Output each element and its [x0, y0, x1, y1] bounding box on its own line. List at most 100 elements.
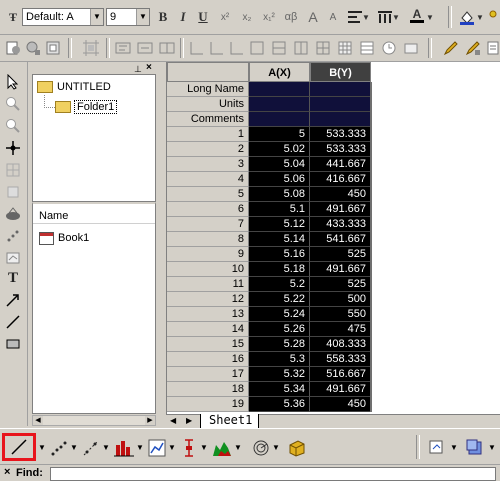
label-cell[interactable]	[249, 112, 310, 127]
cell-b[interactable]: 491.667	[310, 382, 371, 397]
font-smaller-button[interactable]: A	[324, 8, 342, 26]
line-tool-icon[interactable]	[2, 312, 24, 332]
cell-b[interactable]: 550	[310, 307, 371, 322]
align-bottom-icon[interactable]	[228, 39, 246, 57]
row-number[interactable]: 17	[167, 367, 249, 382]
scroll-right-icon[interactable]: ▶	[145, 416, 155, 425]
text-tool-icon[interactable]: T	[2, 268, 24, 288]
cell-a[interactable]: 5.18	[249, 262, 310, 277]
cell-b[interactable]: 558.333	[310, 352, 371, 367]
rectangle-tool-icon[interactable]	[2, 334, 24, 354]
font-bigger-button[interactable]: A	[304, 8, 322, 26]
paste-format-icon[interactable]	[24, 39, 42, 57]
zoom-out-tool-icon[interactable]	[2, 116, 24, 136]
cell-b[interactable]: 450	[310, 397, 371, 412]
chevron-down-icon[interactable]: ▼	[168, 443, 176, 452]
row-number[interactable]: 16	[167, 352, 249, 367]
cell-b[interactable]: 416.667	[310, 172, 371, 187]
chevron-down-icon[interactable]: ▼	[272, 443, 280, 452]
chevron-down-icon[interactable]: ▼	[362, 8, 370, 26]
explorer-close-icon[interactable]: ×	[146, 63, 156, 73]
row-number[interactable]: 12	[167, 292, 249, 307]
row-number[interactable]: 8	[167, 232, 249, 247]
pencil-edit-icon[interactable]	[442, 39, 460, 57]
chevron-down-icon[interactable]: ▼	[136, 9, 149, 25]
align-vcenter-icon[interactable]	[208, 39, 226, 57]
data-selector-tool-icon[interactable]	[2, 182, 24, 202]
label-cell[interactable]	[310, 112, 371, 127]
row-number[interactable]: 15	[167, 337, 249, 352]
same-size-icon[interactable]	[292, 39, 310, 57]
chevron-down-icon[interactable]: ▼	[450, 443, 458, 452]
cell-b[interactable]: 491.667	[310, 202, 371, 217]
chevron-down-icon[interactable]: ▼	[90, 9, 103, 25]
column-header-b[interactable]: B(Y)	[310, 62, 371, 82]
cell-b[interactable]: 450	[310, 187, 371, 202]
cell-a[interactable]: 5.06	[249, 172, 310, 187]
cell-a[interactable]: 5	[249, 127, 310, 142]
script-icon[interactable]	[484, 39, 500, 57]
explorer-pin-icon[interactable]: ⊥	[134, 64, 144, 74]
label-row-header[interactable]: Units	[167, 97, 249, 112]
layer-icon[interactable]	[402, 39, 420, 57]
chevron-down-icon[interactable]: ▼	[426, 8, 434, 26]
mask-tool-icon[interactable]	[2, 204, 24, 224]
chevron-down-icon[interactable]: ▼	[392, 8, 400, 26]
find-close-icon[interactable]: ×	[4, 466, 10, 478]
arrow-tool-icon[interactable]	[2, 290, 24, 310]
cell-a[interactable]: 5.08	[249, 187, 310, 202]
cell-b[interactable]: 525	[310, 247, 371, 262]
line-symbol-button[interactable]	[82, 439, 100, 457]
row-number[interactable]: 9	[167, 247, 249, 262]
font-name-combo[interactable]: Default: A ▼	[22, 8, 104, 26]
text-tool-icon[interactable]: Ŧ	[4, 8, 22, 26]
area-plot-button[interactable]	[148, 439, 166, 457]
grid-settings-icon[interactable]	[336, 39, 354, 57]
pencil-erase-icon[interactable]	[464, 39, 482, 57]
group-icon[interactable]	[44, 39, 62, 57]
cell-b[interactable]: 475	[310, 322, 371, 337]
label-cell[interactable]	[310, 97, 371, 112]
cell-a[interactable]: 5.36	[249, 397, 310, 412]
row-number[interactable]: 11	[167, 277, 249, 292]
cell-a[interactable]: 5.16	[249, 247, 310, 262]
corner-cell[interactable]	[167, 62, 249, 82]
cell-a[interactable]: 5.26	[249, 322, 310, 337]
same-height-icon[interactable]	[270, 39, 288, 57]
greek-button[interactable]: αβ	[282, 8, 300, 26]
workbook-item[interactable]: Book1	[39, 230, 89, 246]
sheet-first-icon[interactable]: ◀	[170, 416, 176, 425]
cell-a[interactable]: 5.22	[249, 292, 310, 307]
column-header-a[interactable]: A(X)	[249, 62, 310, 82]
scatter-plot-button[interactable]	[50, 439, 68, 457]
row-number[interactable]: 18	[167, 382, 249, 397]
cell-a[interactable]: 5.2	[249, 277, 310, 292]
super-subscript-button[interactable]: x₁²	[260, 8, 278, 26]
toolbar-overflow-icon[interactable]	[488, 8, 498, 26]
row-number[interactable]: 13	[167, 307, 249, 322]
row-number[interactable]: 2	[167, 142, 249, 157]
align-top-icon[interactable]	[188, 39, 206, 57]
cell-b[interactable]: 500	[310, 292, 371, 307]
column-plot-button[interactable]	[114, 439, 134, 457]
cell-a[interactable]: 5.3	[249, 352, 310, 367]
underline-button[interactable]: U	[194, 8, 212, 26]
row-number[interactable]: 6	[167, 202, 249, 217]
region-tool-icon[interactable]	[2, 248, 24, 268]
cell-a[interactable]: 5.28	[249, 337, 310, 352]
chevron-down-icon[interactable]: ▼	[234, 443, 242, 452]
contour-plot-button[interactable]	[212, 439, 232, 457]
label-row-header[interactable]: Long Name	[167, 82, 249, 97]
row-number[interactable]: 5	[167, 187, 249, 202]
label-cell[interactable]	[249, 97, 310, 112]
font-size-combo[interactable]: 9 ▼	[106, 8, 150, 26]
fill-color-icon[interactable]	[458, 8, 476, 26]
cell-a[interactable]: 5.34	[249, 382, 310, 397]
distribute-icon[interactable]	[314, 39, 332, 57]
row-number[interactable]: 4	[167, 172, 249, 187]
chevron-down-icon[interactable]: ▼	[70, 443, 78, 452]
label-cell[interactable]	[249, 82, 310, 97]
chevron-down-icon[interactable]: ▼	[136, 443, 144, 452]
row-number[interactable]: 1	[167, 127, 249, 142]
cell-b[interactable]: 533.333	[310, 142, 371, 157]
